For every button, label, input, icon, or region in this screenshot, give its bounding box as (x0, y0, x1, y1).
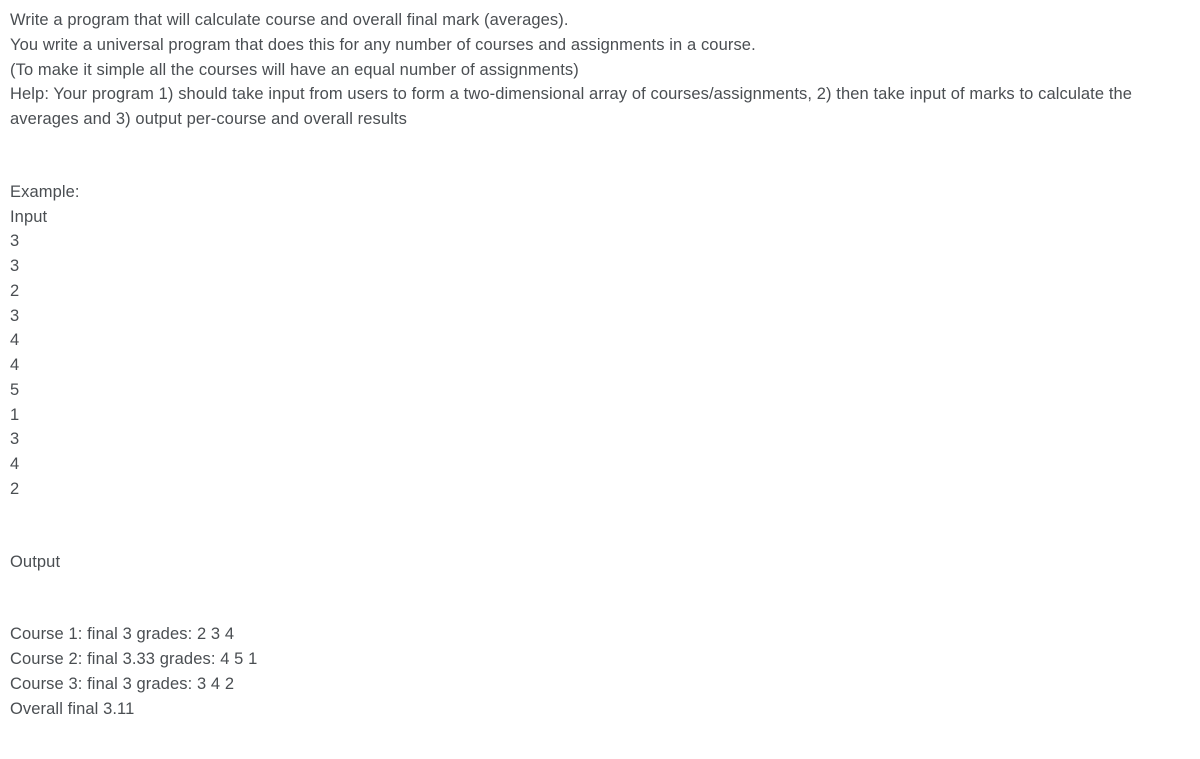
output-line: Course 3: final 3 grades: 3 4 2 (10, 672, 1190, 697)
output-label: Output (10, 550, 1190, 575)
input-value: 4 (10, 353, 1190, 378)
input-value: 3 (10, 427, 1190, 452)
input-value: 3 (10, 254, 1190, 279)
input-value: 3 (10, 229, 1190, 254)
input-label: Input (10, 205, 1190, 230)
output-line: Course 2: final 3.33 grades: 4 5 1 (10, 647, 1190, 672)
output-line: Course 1: final 3 grades: 2 3 4 (10, 622, 1190, 647)
example-header: Example: (10, 180, 1190, 205)
input-value: 2 (10, 279, 1190, 304)
problem-line-3: (To make it simple all the courses will … (10, 58, 1190, 83)
input-value: 4 (10, 452, 1190, 477)
problem-line-4: Help: Your program 1) should take input … (10, 82, 1190, 132)
problem-line-2: You write a universal program that does … (10, 33, 1190, 58)
output-line: Overall final 3.11 (10, 697, 1190, 722)
input-value: 2 (10, 477, 1190, 502)
input-value: 1 (10, 403, 1190, 428)
problem-line-1: Write a program that will calculate cour… (10, 8, 1190, 33)
input-value: 3 (10, 304, 1190, 329)
input-value: 5 (10, 378, 1190, 403)
input-value: 4 (10, 328, 1190, 353)
